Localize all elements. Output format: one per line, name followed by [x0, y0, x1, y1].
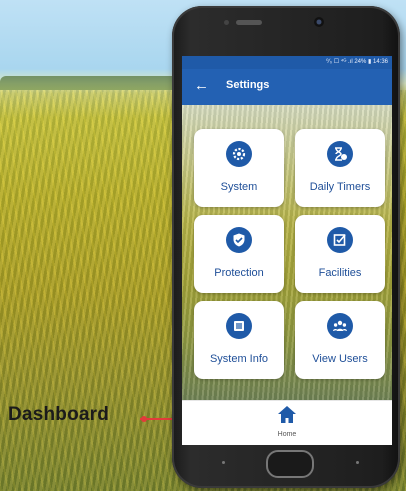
tile-protection[interactable]: Protection — [194, 215, 284, 293]
app-bar: ← Settings — [182, 69, 392, 105]
callout-pointer-dot — [141, 416, 147, 422]
tile-label: Daily Timers — [309, 181, 371, 193]
checklist-icon — [327, 227, 353, 253]
tile-label: Protection — [214, 267, 264, 279]
dashboard-callout-label: Dashboard — [8, 404, 110, 425]
tile-label: View Users — [312, 353, 368, 365]
background-treeline — [0, 76, 200, 90]
arrow-left-icon[interactable]: ← — [194, 78, 209, 94]
front-camera — [314, 17, 324, 27]
tile-system-info[interactable]: System Info — [194, 301, 284, 379]
home-icon[interactable] — [275, 403, 299, 427]
tile-label: Facilities — [318, 267, 362, 279]
tile-label: System Info — [209, 353, 269, 365]
earpiece-speaker — [236, 20, 262, 25]
nav-home-label: Home — [277, 431, 297, 438]
tile-daily-timers[interactable]: Daily Timers — [295, 129, 385, 207]
phone-home-key[interactable] — [266, 450, 314, 478]
tile-facilities[interactable]: Facilities — [295, 215, 385, 293]
hourglass-clock-icon — [327, 141, 353, 167]
bottom-nav: Home — [182, 400, 392, 445]
page-title: Settings — [226, 79, 270, 91]
shield-check-icon — [226, 227, 252, 253]
status-bar: ⁰⁄₀ ☐ ⁴ᴳ .ıl 24% ▮ 14:36 — [182, 56, 392, 69]
settings-content: System Daily Timers Protection Facilitie… — [182, 105, 392, 400]
phone-nav-dot — [356, 461, 359, 464]
proximity-sensor — [224, 20, 229, 25]
phone-nav-dot — [222, 461, 225, 464]
tile-system[interactable]: System — [194, 129, 284, 207]
phone-screen: ⁰⁄₀ ☐ ⁴ᴳ .ıl 24% ▮ 14:36 ← Settings Syst… — [182, 56, 392, 445]
gear-icon — [226, 141, 252, 167]
info-panel-icon — [226, 313, 252, 339]
users-icon — [327, 313, 353, 339]
tile-view-users[interactable]: View Users — [295, 301, 385, 379]
tile-label: System — [220, 181, 258, 193]
